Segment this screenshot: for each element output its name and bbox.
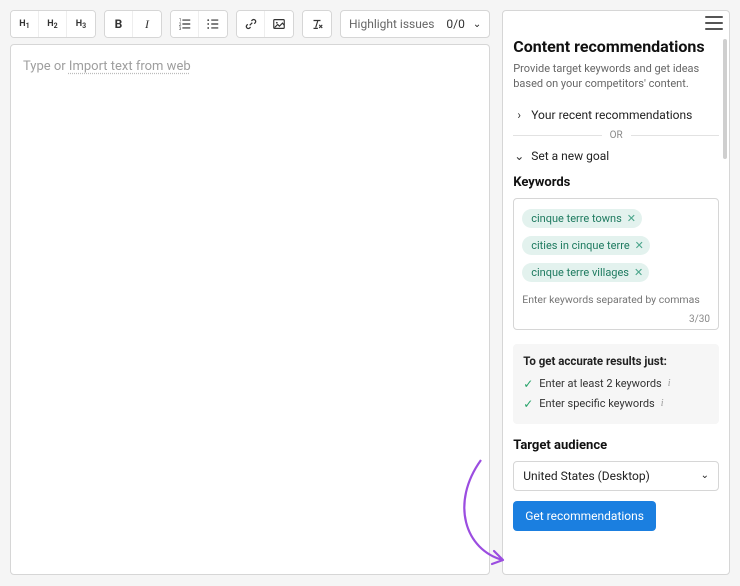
remove-keyword-icon[interactable]: ✕ (627, 212, 636, 225)
heading-3-button[interactable]: H3 (67, 11, 95, 37)
unordered-list-button[interactable] (199, 11, 227, 37)
keyword-chip: cinque terre towns ✕ (522, 209, 642, 228)
list-group: 123 (170, 10, 228, 38)
editor-textarea[interactable]: Type or Import text from web (10, 44, 490, 575)
keywords-input-box[interactable]: cinque terre towns ✕ cities in cinque te… (513, 198, 719, 330)
audience-value: United States (Desktop) (523, 469, 650, 483)
ordered-list-button[interactable]: 123 (171, 11, 199, 37)
link-button[interactable] (237, 11, 265, 37)
check-icon: ✓ (523, 377, 533, 391)
chevron-down-icon: ⌄ (473, 19, 481, 30)
keyword-chip: cinque terre villages ✕ (522, 263, 649, 282)
heading-2-button[interactable]: H2 (39, 11, 67, 37)
get-recommendations-button[interactable]: Get recommendations (513, 501, 656, 531)
tip-text: Enter specific keywords (539, 397, 654, 410)
editor-panel: H1 H2 H3 B I 123 (10, 10, 490, 575)
audience-select[interactable]: United States (Desktop) ⌄ (513, 461, 719, 491)
keyword-chip: cities in cinque terre ✕ (522, 236, 650, 255)
keyword-chip-label: cinque terre towns (531, 212, 622, 225)
info-icon[interactable]: i (661, 398, 664, 409)
highlight-issues-select[interactable]: Highlight issues 0/0 ⌄ (340, 10, 490, 38)
heading-group: H1 H2 H3 (10, 10, 96, 38)
keywords-counter: 3/30 (522, 314, 710, 325)
insert-group (236, 10, 294, 38)
svg-text:3: 3 (178, 27, 181, 31)
set-new-goal-label: Set a new goal (531, 149, 609, 163)
editor-placeholder: Type or Import text from web (23, 59, 191, 74)
recommendations-panel: Content recommendations Provide target k… (502, 10, 730, 575)
recent-recommendations-toggle[interactable]: › Your recent recommendations (513, 102, 719, 128)
recent-recommendations-label: Your recent recommendations (531, 108, 692, 122)
tip-row: ✓ Enter at least 2 keywords i (523, 374, 709, 394)
remove-keyword-icon[interactable]: ✕ (635, 239, 644, 252)
style-group: B I (104, 10, 162, 38)
or-divider: OR (513, 130, 719, 141)
panel-menu-icon[interactable] (705, 16, 723, 30)
keywords-text-input[interactable] (522, 291, 710, 310)
check-icon: ✓ (523, 397, 533, 411)
clear-group (302, 10, 332, 38)
panel-title: Content recommendations (513, 37, 719, 56)
editor-toolbar: H1 H2 H3 B I 123 (10, 10, 490, 38)
chevron-down-icon: ⌄ (701, 470, 709, 481)
tip-row: ✓ Enter specific keywords i (523, 394, 709, 414)
panel-description: Provide target keywords and get ideas ba… (513, 62, 719, 92)
image-button[interactable] (265, 11, 293, 37)
highlight-issues-count: 0/0 (446, 17, 464, 31)
remove-keyword-icon[interactable]: ✕ (634, 266, 643, 279)
import-text-link[interactable]: Import text from web (69, 59, 191, 74)
keyword-chip-label: cinque terre villages (531, 266, 629, 279)
chevron-right-icon: › (513, 108, 525, 122)
italic-button[interactable]: I (133, 11, 161, 37)
audience-heading: Target audience (513, 438, 719, 453)
keyword-chip-label: cities in cinque terre (531, 239, 629, 252)
chevron-down-icon: ⌄ (513, 149, 525, 163)
tip-text: Enter at least 2 keywords (539, 377, 661, 390)
highlight-issues-label: Highlight issues (349, 17, 434, 31)
bold-button[interactable]: B (105, 11, 133, 37)
heading-1-button[interactable]: H1 (11, 11, 39, 37)
info-icon[interactable]: i (668, 378, 671, 389)
tips-title: To get accurate results just: (523, 354, 709, 368)
set-new-goal-toggle[interactable]: ⌄ Set a new goal (513, 143, 719, 169)
keywords-heading: Keywords (513, 175, 719, 190)
tips-box: To get accurate results just: ✓ Enter at… (513, 344, 719, 424)
clear-format-button[interactable] (303, 11, 331, 37)
